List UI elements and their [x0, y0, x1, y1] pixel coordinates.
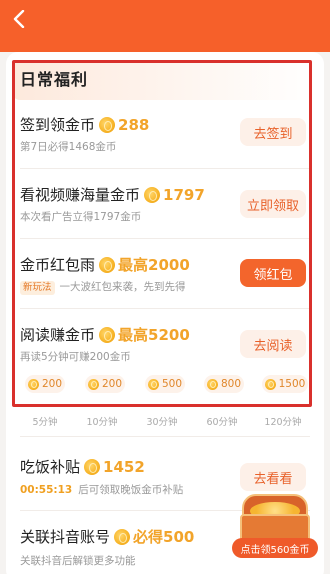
- task-reward: 最高2000: [118, 256, 190, 274]
- task-desc: 第7日必得1468金币: [20, 141, 117, 153]
- task-reward: 必得500: [133, 528, 195, 546]
- task-reward: 1452: [103, 457, 145, 476]
- task-title: 金币红包雨: [20, 256, 96, 274]
- milestone-time: 5分钟: [32, 417, 58, 428]
- task-title: 签到领金币: [20, 116, 96, 134]
- section-title: 日常福利: [20, 70, 89, 89]
- coin-icon: [87, 378, 99, 390]
- task-title: 看视频赚海量金币: [20, 186, 141, 204]
- task-reward: 288: [118, 115, 150, 134]
- milestone-pill: 1500: [262, 375, 308, 393]
- milestone-time: 120分钟: [264, 417, 302, 428]
- milestone-time: 60分钟: [206, 417, 238, 428]
- task-desc: 再读5分钟可赚200金币: [20, 351, 131, 363]
- countdown-timer: 00:55:13: [20, 484, 73, 496]
- divider: [20, 436, 310, 437]
- task-reward: 最高5200: [118, 326, 190, 344]
- treasure-chest-promo[interactable]: 点击领560金币: [232, 490, 318, 560]
- new-badge: 新玩法: [20, 281, 55, 295]
- task-title: 关联抖音账号: [20, 528, 111, 546]
- task-title: 吃饭补贴: [20, 458, 81, 476]
- top-bar: [0, 0, 330, 42]
- checkin-button[interactable]: 去签到: [240, 118, 306, 146]
- task-desc: 后可领取晚饭金币补贴: [78, 484, 184, 496]
- milestone-pill: 200: [85, 375, 125, 393]
- coin-icon: [99, 326, 116, 343]
- coin-icon: [99, 116, 116, 133]
- coin-icon: [99, 256, 116, 273]
- check-it-out-button[interactable]: 去看看: [240, 463, 306, 491]
- divider: [20, 168, 310, 169]
- back-arrow-icon: [13, 10, 25, 28]
- task-reward: 1797: [163, 185, 205, 204]
- get-red-packet-button[interactable]: 领红包: [240, 259, 306, 287]
- promo-label: 点击领560金币: [232, 538, 318, 558]
- task-desc: 关联抖音后解锁更多功能: [20, 555, 136, 567]
- coin-icon: [144, 186, 161, 203]
- go-read-button[interactable]: 去阅读: [240, 330, 306, 358]
- claim-now-button[interactable]: 立即领取: [240, 190, 306, 218]
- milestone-time: 10分钟: [86, 417, 118, 428]
- milestone-pill: 200: [25, 375, 65, 393]
- coin-icon: [84, 458, 101, 475]
- back-button[interactable]: [8, 8, 30, 30]
- coin-icon: [147, 378, 159, 390]
- task-desc: 本次看广告立得1797金币: [20, 211, 142, 223]
- milestone-pill: 800: [204, 375, 244, 393]
- task-desc: 一大波红包来袭，先到先得: [59, 281, 186, 293]
- coin-icon: [206, 378, 218, 390]
- coin-icon: [27, 378, 39, 390]
- coin-icon: [114, 528, 131, 545]
- divider: [20, 238, 310, 239]
- task-title: 阅读赚金币: [20, 326, 96, 344]
- divider: [20, 308, 310, 309]
- milestone-time: 30分钟: [146, 417, 178, 428]
- coin-icon: [264, 378, 276, 390]
- milestone-pill: 500: [145, 375, 185, 393]
